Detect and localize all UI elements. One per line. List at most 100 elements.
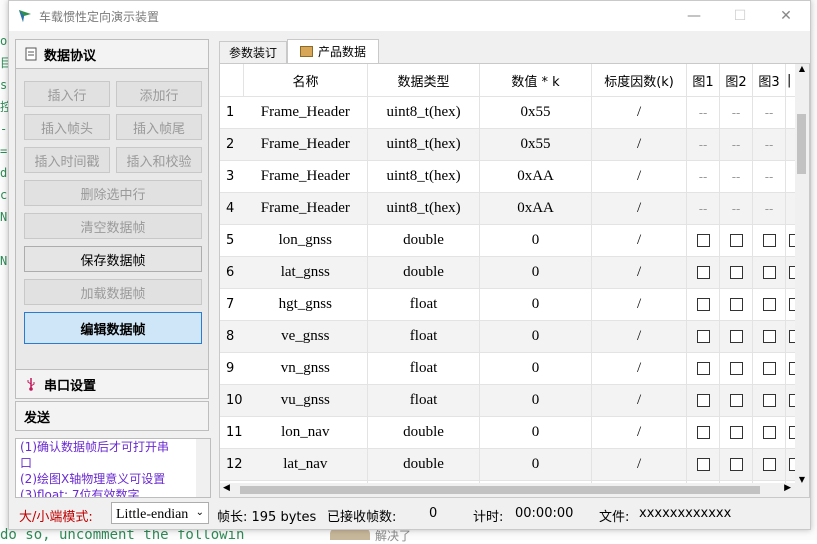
column-header[interactable]: 图2 [719, 64, 754, 97]
plot-checkbox-cell[interactable] [719, 256, 754, 289]
minimize-button[interactable]: — [671, 1, 717, 31]
table-horizontal-scrollbar[interactable]: ◀ ▶ [220, 483, 809, 497]
table-row[interactable]: 11 lon_nav double 0/ [220, 416, 807, 449]
plot-checkbox[interactable] [729, 330, 743, 344]
table-row[interactable]: 3 Frame_Header uint8_t(hex) 0xAA / -- -- -- [220, 160, 807, 193]
plot-checkbox-cell[interactable] [686, 288, 721, 321]
notes-scrollbar[interactable] [196, 439, 210, 497]
cell-type[interactable]: float [367, 352, 481, 385]
tab-parameter-binding[interactable]: 参数装订 [219, 41, 287, 63]
plot-checkbox[interactable] [696, 234, 710, 248]
plot-checkbox[interactable] [729, 394, 743, 408]
edit-frame-button[interactable]: 编辑数据帧 [24, 312, 202, 344]
plot-checkbox[interactable] [696, 426, 710, 440]
table-row[interactable]: 9 vn_gnss float 0/ [220, 352, 807, 385]
cell-value[interactable]: 0 [479, 224, 593, 257]
plot-checkbox-cell[interactable] [686, 448, 721, 481]
tab-product-data[interactable]: 产品数据 [287, 39, 379, 63]
add-row-button[interactable]: 添加行 [116, 81, 202, 107]
plot-checkbox-cell[interactable] [752, 448, 787, 481]
plot-checkbox[interactable] [762, 362, 776, 376]
plot-checkbox-cell[interactable] [719, 384, 754, 417]
table-row[interactable]: 6 lat_gnss double 0/ [220, 256, 807, 289]
plot-checkbox-cell[interactable] [719, 352, 754, 385]
cell-type[interactable]: uint8_t(hex) [367, 128, 481, 161]
table-row[interactable]: 5 lon_gnss double 0/ [220, 224, 807, 257]
endian-select[interactable]: Little-endian ⌄ [111, 502, 209, 524]
cell-value[interactable]: 0 [479, 416, 593, 449]
cell-name[interactable]: hgt_gnss [243, 288, 369, 321]
cell-scale[interactable]: / [591, 416, 688, 449]
cell-value[interactable]: 0x55 [479, 128, 593, 161]
insert-row-button[interactable]: 插入行 [24, 81, 110, 107]
plot-checkbox-cell[interactable] [719, 320, 754, 353]
cell-value[interactable]: 0xAA [479, 160, 593, 193]
data-protocol-header[interactable]: 数据协议 [15, 39, 209, 69]
plot-checkbox-cell[interactable] [686, 256, 721, 289]
plot-checkbox[interactable] [696, 394, 710, 408]
plot-checkbox-cell[interactable] [686, 416, 721, 449]
cell-value[interactable]: 0 [479, 320, 593, 353]
plot-checkbox-cell[interactable] [686, 352, 721, 385]
plot-checkbox-cell[interactable] [752, 384, 787, 417]
cell-name[interactable]: Frame_Header [243, 96, 369, 129]
cell-type[interactable]: uint8_t(hex) [367, 192, 481, 225]
plot-checkbox[interactable] [696, 330, 710, 344]
cell-type[interactable]: double [367, 448, 481, 481]
column-header[interactable]: 标度因数(k) [591, 64, 688, 97]
vertical-scroll-thumb[interactable] [797, 114, 806, 174]
cell-name[interactable]: vn_gnss [243, 352, 369, 385]
cell-name[interactable]: Frame_Header [243, 160, 369, 193]
plot-checkbox[interactable] [762, 266, 776, 280]
plot-checkbox[interactable] [762, 298, 776, 312]
cell-value[interactable]: 0 [479, 288, 593, 321]
plot-checkbox-cell[interactable] [719, 448, 754, 481]
plot-checkbox[interactable] [762, 426, 776, 440]
plot-checkbox-cell[interactable] [686, 320, 721, 353]
cell-type[interactable]: double [367, 416, 481, 449]
save-frame-button[interactable]: 保存数据帧 [24, 246, 202, 272]
insert-timestamp-button[interactable]: 插入时间戳 [24, 147, 110, 173]
column-header[interactable]: 数值 * k [479, 64, 593, 97]
plot-checkbox-cell[interactable] [752, 288, 787, 321]
insert-checksum-button[interactable]: 插入和校验 [116, 147, 202, 173]
cell-value[interactable]: 0 [479, 448, 593, 481]
cell-type[interactable]: float [367, 384, 481, 417]
cell-scale[interactable]: / [591, 288, 688, 321]
insert-header-button[interactable]: 插入帧头 [24, 114, 110, 140]
cell-name[interactable]: Frame_Header [243, 128, 369, 161]
plot-checkbox[interactable] [729, 234, 743, 248]
cell-scale[interactable]: / [591, 128, 688, 161]
plot-checkbox[interactable] [762, 458, 776, 472]
plot-checkbox-cell[interactable] [752, 256, 787, 289]
table-row[interactable]: 4 Frame_Header uint8_t(hex) 0xAA / -- -- -- [220, 192, 807, 225]
cell-scale[interactable]: / [591, 320, 688, 353]
table-row[interactable]: 12 lat_nav double 0/ [220, 448, 807, 481]
cell-type[interactable]: float [367, 320, 481, 353]
cell-value[interactable]: 0x55 [479, 96, 593, 129]
cell-name[interactable]: lon_gnss [243, 224, 369, 257]
plot-checkbox-cell[interactable] [752, 224, 787, 257]
serial-settings-header[interactable]: 串口设置 [15, 369, 209, 399]
table-row[interactable]: 8 ve_gnss float 0/ [220, 320, 807, 353]
plot-checkbox[interactable] [696, 266, 710, 280]
plot-checkbox[interactable] [729, 298, 743, 312]
plot-checkbox-cell[interactable] [719, 288, 754, 321]
plot-checkbox[interactable] [696, 362, 710, 376]
table-vertical-scrollbar[interactable]: ▲ ▼ [795, 64, 809, 484]
plot-checkbox-cell[interactable] [719, 224, 754, 257]
cell-scale[interactable]: / [591, 96, 688, 129]
cell-value[interactable]: 0 [479, 384, 593, 417]
plot-checkbox[interactable] [696, 458, 710, 472]
plot-checkbox[interactable] [696, 298, 710, 312]
scroll-right-icon[interactable]: ▶ [784, 483, 791, 493]
clear-frame-button[interactable]: 清空数据帧 [24, 213, 202, 239]
cell-scale[interactable]: / [591, 448, 688, 481]
cell-name[interactable]: vu_gnss [243, 384, 369, 417]
plot-checkbox[interactable] [729, 458, 743, 472]
table-row[interactable]: 7 hgt_gnss float 0/ [220, 288, 807, 321]
cell-type[interactable]: uint8_t(hex) [367, 160, 481, 193]
plot-checkbox-cell[interactable] [752, 416, 787, 449]
column-header[interactable]: 名称 [243, 64, 369, 97]
cell-scale[interactable]: / [591, 192, 688, 225]
